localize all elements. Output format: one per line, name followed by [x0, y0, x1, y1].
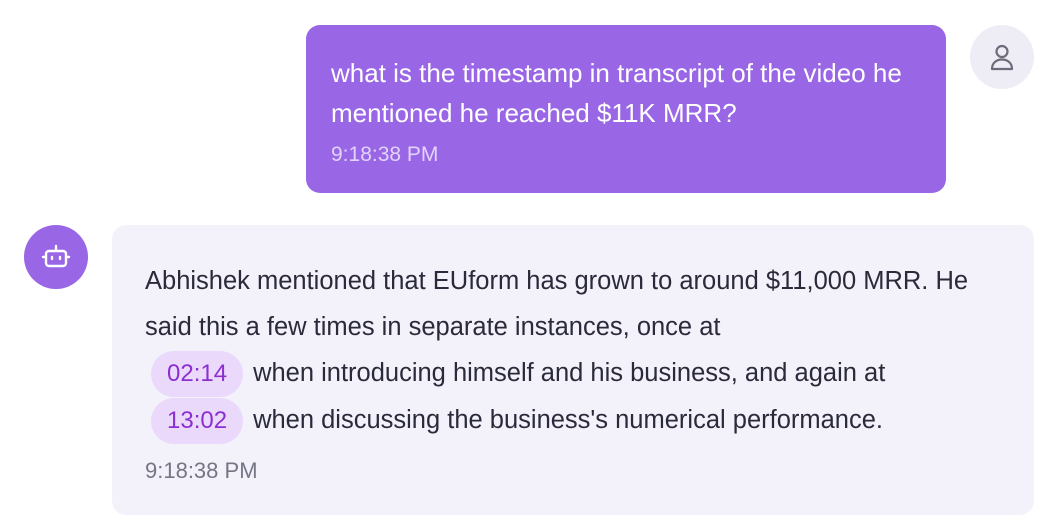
timestamp-chip-2[interactable]: 13:02 [151, 398, 244, 444]
user-message-row: what is the timestamp in transcript of t… [0, 0, 1042, 200]
user-icon [990, 44, 1014, 71]
bot-message-bubble: Abhishek mentioned that EUform has grown… [112, 225, 1034, 515]
bot-message-text: Abhishek mentioned that EUform has grown… [145, 258, 1014, 444]
robot-icon [41, 244, 71, 268]
user-message-text: what is the timestamp in transcript of t… [331, 58, 902, 128]
bot-message-end: when discussing the business's numerical… [253, 406, 883, 434]
bot-message-intro: Abhishek mentioned that EUform has grown… [145, 267, 969, 341]
bot-message-time: 9:18:38 PM [145, 458, 258, 483]
bot-avatar [24, 225, 88, 289]
bot-message-middle: when introducing himself and his busines… [253, 359, 886, 387]
timestamp-chip-1[interactable]: 02:14 [151, 351, 244, 397]
user-message-time: 9:18:38 PM [331, 143, 439, 166]
user-message-bubble: what is the timestamp in transcript of t… [306, 25, 946, 193]
user-avatar [970, 25, 1034, 89]
